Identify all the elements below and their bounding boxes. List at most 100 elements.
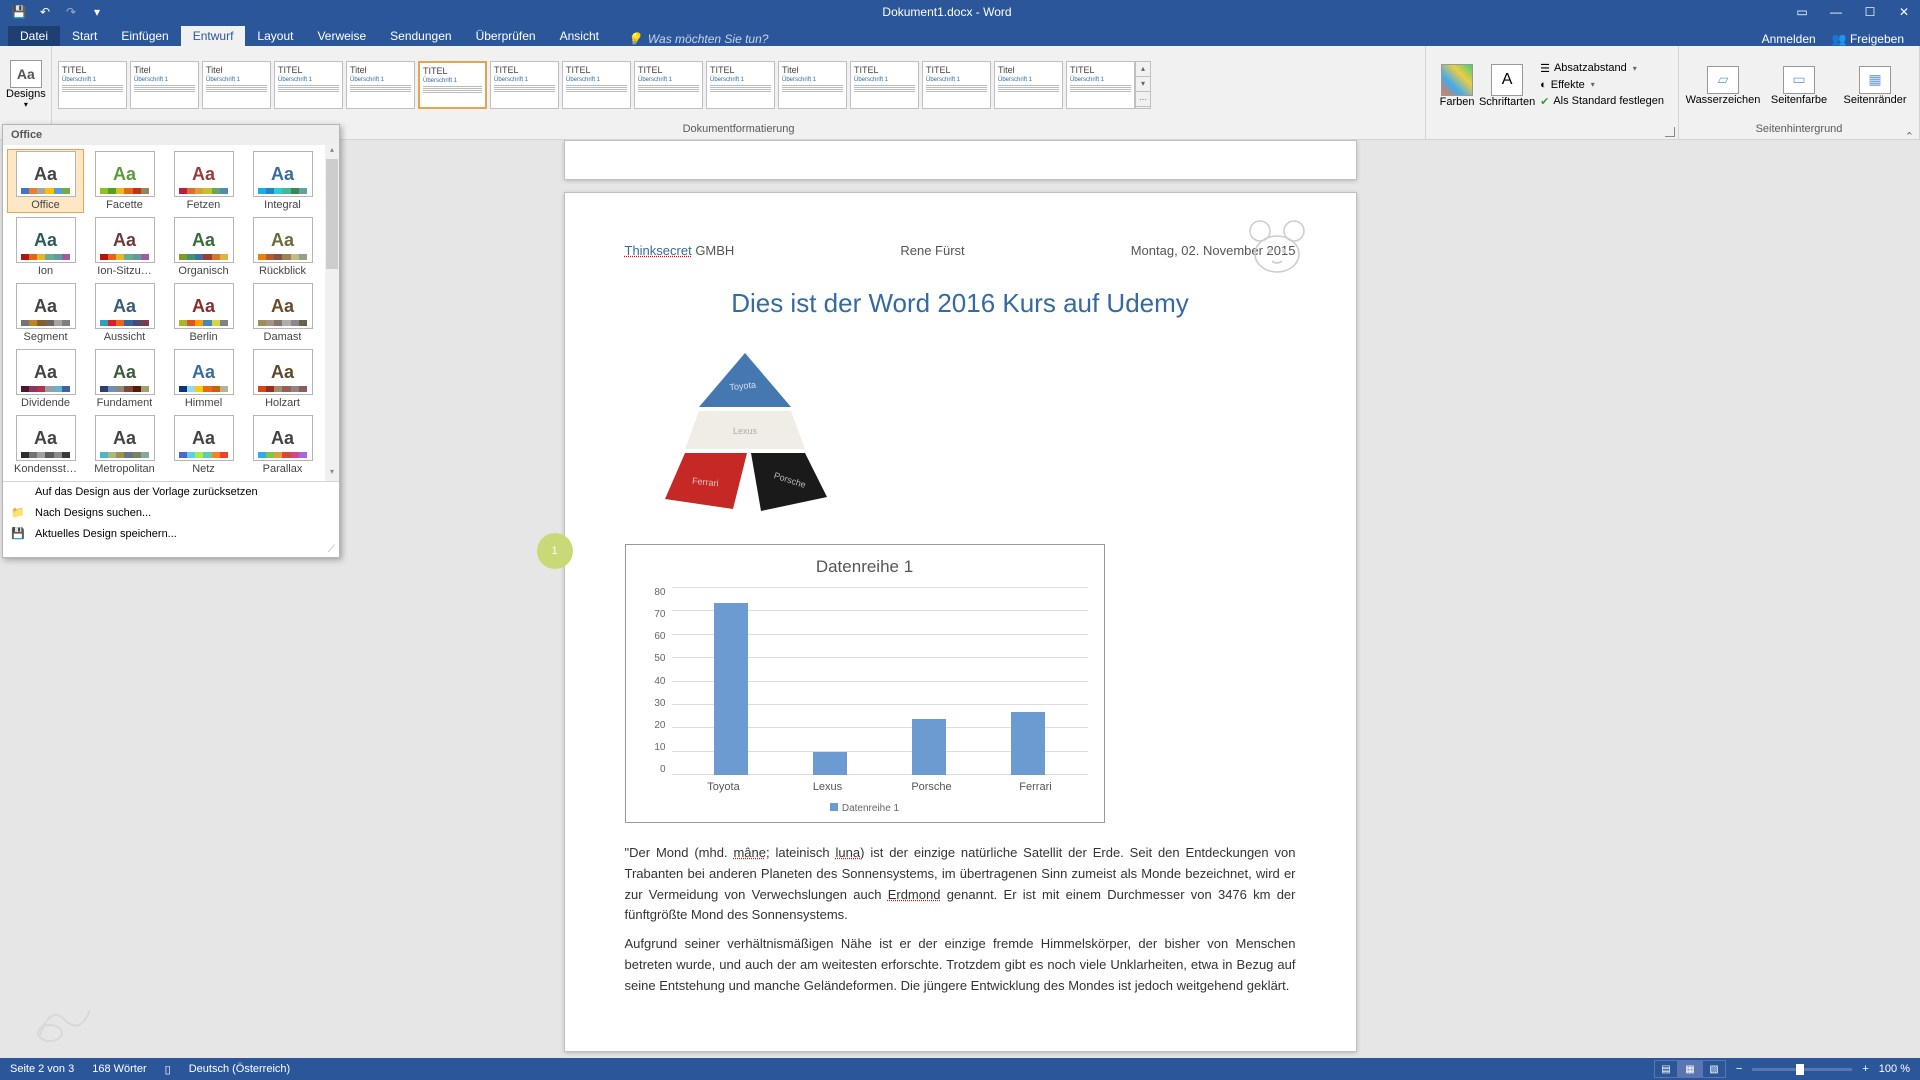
themes-button[interactable]: Aa Designs ▾ [6, 60, 46, 109]
close-button[interactable]: ✕ [1888, 2, 1920, 22]
colors-button[interactable]: Farben [1432, 62, 1482, 108]
read-mode-view[interactable]: ▤ [1654, 1060, 1678, 1078]
display-options[interactable]: ▭ [1786, 2, 1818, 22]
previous-page-bottom [564, 140, 1357, 180]
zoom-in[interactable]: + [1862, 1063, 1868, 1075]
tell-me-search[interactable]: 💡 Was möchten Sie tun? [611, 32, 768, 46]
format-style-item[interactable]: TITELÜberschrift 1 [58, 61, 127, 109]
format-style-item[interactable]: TitelÜberschrift 1 [994, 61, 1063, 109]
themes-scrollbar[interactable]: ▴ ▾ [325, 145, 339, 481]
web-layout-view[interactable]: ▧ [1702, 1060, 1726, 1078]
document-formatting-gallery: TITELÜberschrift 1TitelÜberschrift 1Tite… [58, 61, 1135, 109]
group-dialog-launcher[interactable] [1665, 127, 1675, 137]
scroll-up-icon[interactable]: ▴ [1136, 62, 1150, 77]
theme-item[interactable]: AaOrganisch [165, 215, 242, 279]
theme-item[interactable]: AaOffice [7, 149, 84, 213]
print-layout-view[interactable]: ▦ [1678, 1060, 1702, 1078]
theme-item[interactable]: AaHolzart [244, 347, 321, 411]
status-proofing-icon[interactable]: ▯ [165, 1063, 171, 1076]
theme-item[interactable]: AaKondensst… [7, 413, 84, 477]
save-button[interactable]: 💾 [8, 2, 30, 22]
effects-icon: ◐ [1540, 79, 1547, 91]
gallery-more-icon[interactable]: ⋯ [1136, 92, 1150, 107]
scroll-down-icon[interactable]: ▾ [1136, 77, 1150, 92]
status-language[interactable]: Deutsch (Österreich) [189, 1063, 290, 1075]
format-style-item[interactable]: TitelÜberschrift 1 [778, 61, 847, 109]
document-page[interactable]: 1 Thinksecret GMBH Rene Fürst Montag, 02… [564, 192, 1357, 1052]
format-style-item[interactable]: TitelÜberschrift 1 [346, 61, 415, 109]
resize-grip-icon[interactable]: ⟋ [3, 544, 339, 557]
status-word-count[interactable]: 168 Wörter [92, 1063, 146, 1075]
format-style-item[interactable]: TITELÜberschrift 1 [490, 61, 559, 109]
effects-button[interactable]: ◐ Effekte ▾ [1538, 78, 1666, 92]
theme-item[interactable]: AaDamast [244, 281, 321, 345]
save-icon: 💾 [11, 527, 27, 540]
theme-item[interactable]: AaSegment [7, 281, 84, 345]
tab-references[interactable]: Verweise [305, 26, 378, 46]
paragraph-spacing[interactable]: ☰ Absatzabstand ▾ [1538, 61, 1666, 76]
format-style-item[interactable]: TITELÜberschrift 1 [274, 61, 343, 109]
theme-item[interactable]: AaIon [7, 215, 84, 279]
theme-item[interactable]: AaNetz [165, 413, 242, 477]
document-header: Thinksecret GMBH Rene Fürst Montag, 02. … [625, 243, 1296, 258]
watermark-button[interactable]: ▱ Wasserzeichen [1685, 64, 1761, 106]
theme-item[interactable]: AaRückblick [244, 215, 321, 279]
browse-themes[interactable]: 📁 Nach Designs suchen... [3, 502, 339, 523]
format-style-item[interactable]: TITELÜberschrift 1 [850, 61, 919, 109]
tab-mailings[interactable]: Sendungen [378, 26, 463, 46]
chart-bar [813, 752, 847, 776]
chart-plot-area [672, 587, 1088, 775]
theme-item[interactable]: AaIntegral [244, 149, 321, 213]
format-style-item[interactable]: TITELÜberschrift 1 [706, 61, 775, 109]
format-style-item[interactable]: TITELÜberschrift 1 [1066, 61, 1135, 109]
theme-item[interactable]: AaAussicht [86, 281, 163, 345]
qat-customize[interactable]: ▾ [86, 2, 108, 22]
theme-item[interactable]: AaIon-Sitzu… [86, 215, 163, 279]
tab-layout[interactable]: Layout [245, 26, 305, 46]
page-bg-group-label: Seitenhintergrund [1679, 123, 1919, 139]
chart-title: Datenreihe 1 [642, 557, 1088, 577]
tab-insert[interactable]: Einfügen [109, 26, 180, 46]
page-borders-button[interactable]: ▦ Seitenränder [1837, 64, 1913, 106]
window-title: Dokument1.docx - Word [108, 5, 1786, 19]
format-style-item[interactable]: TITELÜberschrift 1 [922, 61, 991, 109]
theme-item[interactable]: AaBerlin [165, 281, 242, 345]
body-text[interactable]: "Der Mond (mhd. mâne; lateinisch luna) i… [625, 843, 1296, 997]
theme-item[interactable]: AaHimmel [165, 347, 242, 411]
undo-button[interactable]: ↶ [34, 2, 56, 22]
save-theme[interactable]: 💾 Aktuelles Design speichern... [3, 523, 339, 544]
theme-item[interactable]: AaParallax [244, 413, 321, 477]
tab-start[interactable]: Start [60, 26, 109, 46]
format-style-item[interactable]: TITELÜberschrift 1 [562, 61, 631, 109]
company-link[interactable]: Thinksecret [625, 243, 692, 258]
page-color-button[interactable]: ▭ Seitenfarbe [1761, 64, 1837, 106]
folder-icon: 📁 [11, 506, 27, 519]
tab-view[interactable]: Ansicht [548, 26, 611, 46]
set-default[interactable]: ✔ Als Standard festlegen [1538, 94, 1666, 109]
zoom-out[interactable]: − [1736, 1063, 1742, 1075]
theme-item[interactable]: AaDividende [7, 347, 84, 411]
theme-item[interactable]: AaFacette [86, 149, 163, 213]
tab-design[interactable]: Entwurf [181, 26, 246, 46]
tab-review[interactable]: Überprüfen [464, 26, 548, 46]
maximize-button[interactable]: ☐ [1854, 2, 1886, 22]
theme-item[interactable]: AaMetropolitan [86, 413, 163, 477]
chart-y-axis: 80706050403020100 [642, 587, 672, 775]
zoom-level[interactable]: 100 % [1879, 1063, 1910, 1075]
redo-button[interactable]: ↷ [60, 2, 82, 22]
status-page[interactable]: Seite 2 von 3 [10, 1063, 74, 1075]
theme-item[interactable]: AaFundament [86, 347, 163, 411]
fonts-button[interactable]: A Schriftarten [1482, 62, 1532, 108]
zoom-slider[interactable] [1752, 1068, 1852, 1071]
reset-theme[interactable]: Auf das Design aus der Vorlage zurückset… [3, 482, 339, 502]
theme-item[interactable]: AaFetzen [165, 149, 242, 213]
minimize-button[interactable]: — [1820, 2, 1852, 22]
share-button[interactable]: 👥 Freigeben [1832, 32, 1904, 46]
format-style-item[interactable]: TITELÜberschrift 1 [634, 61, 703, 109]
sign-in[interactable]: Anmelden [1762, 32, 1816, 46]
format-style-item[interactable]: TITELÜberschrift 1 [418, 61, 487, 109]
gallery-scroll[interactable]: ▴ ▾ ⋯ [1135, 61, 1151, 109]
format-style-item[interactable]: TitelÜberschrift 1 [130, 61, 199, 109]
format-style-item[interactable]: TitelÜberschrift 1 [202, 61, 271, 109]
tab-file[interactable]: Datei [8, 26, 60, 46]
